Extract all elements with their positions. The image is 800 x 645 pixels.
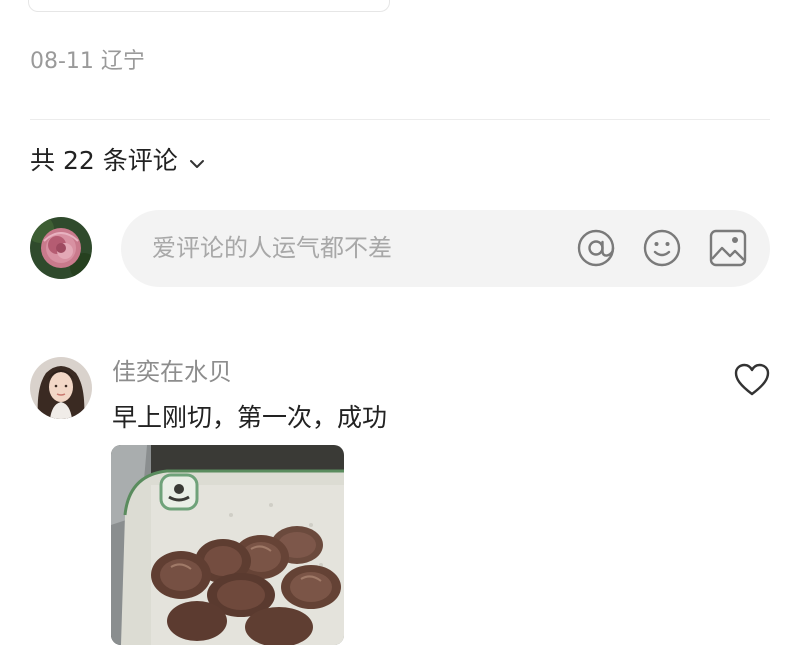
- at-icon[interactable]: [576, 228, 616, 268]
- current-user-avatar[interactable]: [30, 217, 92, 279]
- section-divider: [30, 119, 770, 120]
- chevron-down-icon: [188, 150, 206, 168]
- image-icon[interactable]: [708, 228, 748, 268]
- previous-card-edge: [28, 0, 390, 12]
- comment-photo[interactable]: [111, 445, 344, 645]
- heart-icon[interactable]: [734, 363, 770, 397]
- comment-input-placeholder: 爱评论的人运气都不差: [152, 234, 392, 262]
- post-date-location: 08-11 辽宁: [30, 49, 145, 74]
- commenter-avatar[interactable]: [30, 357, 92, 419]
- comment-input[interactable]: 爱评论的人运气都不差: [121, 210, 770, 287]
- smiley-icon[interactable]: [642, 228, 682, 268]
- comment-count-label: 共 22 条评论: [30, 146, 178, 175]
- comment-text: 早上刚切，第一次，成功: [112, 403, 388, 432]
- comment-count-toggle[interactable]: 共 22 条评论: [30, 141, 206, 177]
- commenter-username[interactable]: 佳奕在水贝: [112, 356, 232, 388]
